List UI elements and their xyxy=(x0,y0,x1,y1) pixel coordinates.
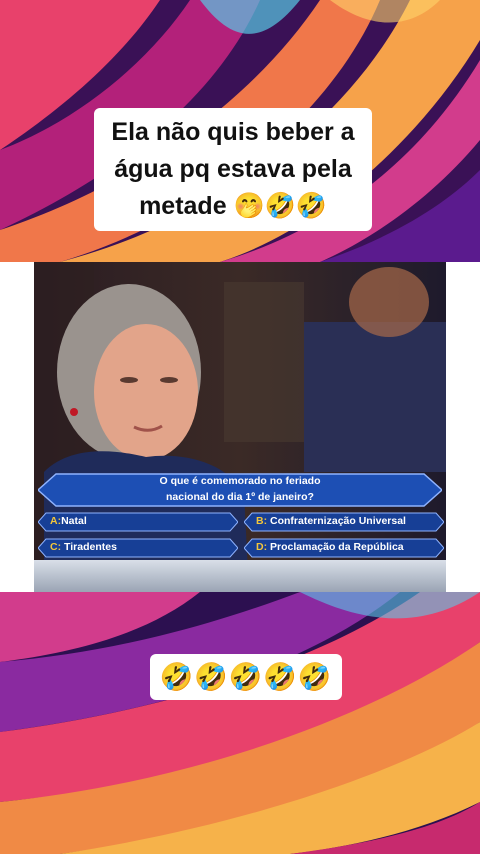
caption-bottom: 🤣🤣🤣🤣🤣 xyxy=(150,654,342,700)
caption-line-2: água pq estava pela xyxy=(114,155,352,183)
caption-top: Ela não quis beber a água pq estava pela… xyxy=(94,108,372,231)
answer-c-letter: C: xyxy=(50,541,62,553)
answer-c-text: Tiradentes xyxy=(64,541,117,553)
question-line-1: O que é comemorado no feriado xyxy=(159,475,321,487)
answer-a[interactable]: A:Natal xyxy=(38,512,238,532)
caption-line-1: Ela não quis beber a xyxy=(111,118,355,146)
answer-d[interactable]: D: Proclamação da República xyxy=(244,538,444,558)
answer-a-letter: A: xyxy=(50,515,62,527)
question-panel: O que é comemorado no feriado nacional d… xyxy=(38,472,442,508)
answer-d-letter: D: xyxy=(256,541,268,553)
answer-c[interactable]: C: Tiradentes xyxy=(38,538,238,558)
video-scene: O que é comemorado no feriado nacional d… xyxy=(34,262,446,592)
answer-b-letter: B: xyxy=(256,515,268,527)
caption-line-3: metade 🤭🤣🤣 xyxy=(139,192,327,220)
answer-a-text: Natal xyxy=(61,515,87,527)
answer-b-text: Confraternização Universal xyxy=(270,515,406,527)
answer-b[interactable]: B: Confraternização Universal xyxy=(244,512,444,532)
answer-d-text: Proclamação da República xyxy=(270,541,404,553)
wallpaper-bottom xyxy=(0,592,480,854)
stage-floor xyxy=(34,560,446,592)
video-frame[interactable]: O que é comemorado no feriado nacional d… xyxy=(0,262,480,592)
question-line-2: nacional do dia 1º de janeiro? xyxy=(166,491,314,503)
